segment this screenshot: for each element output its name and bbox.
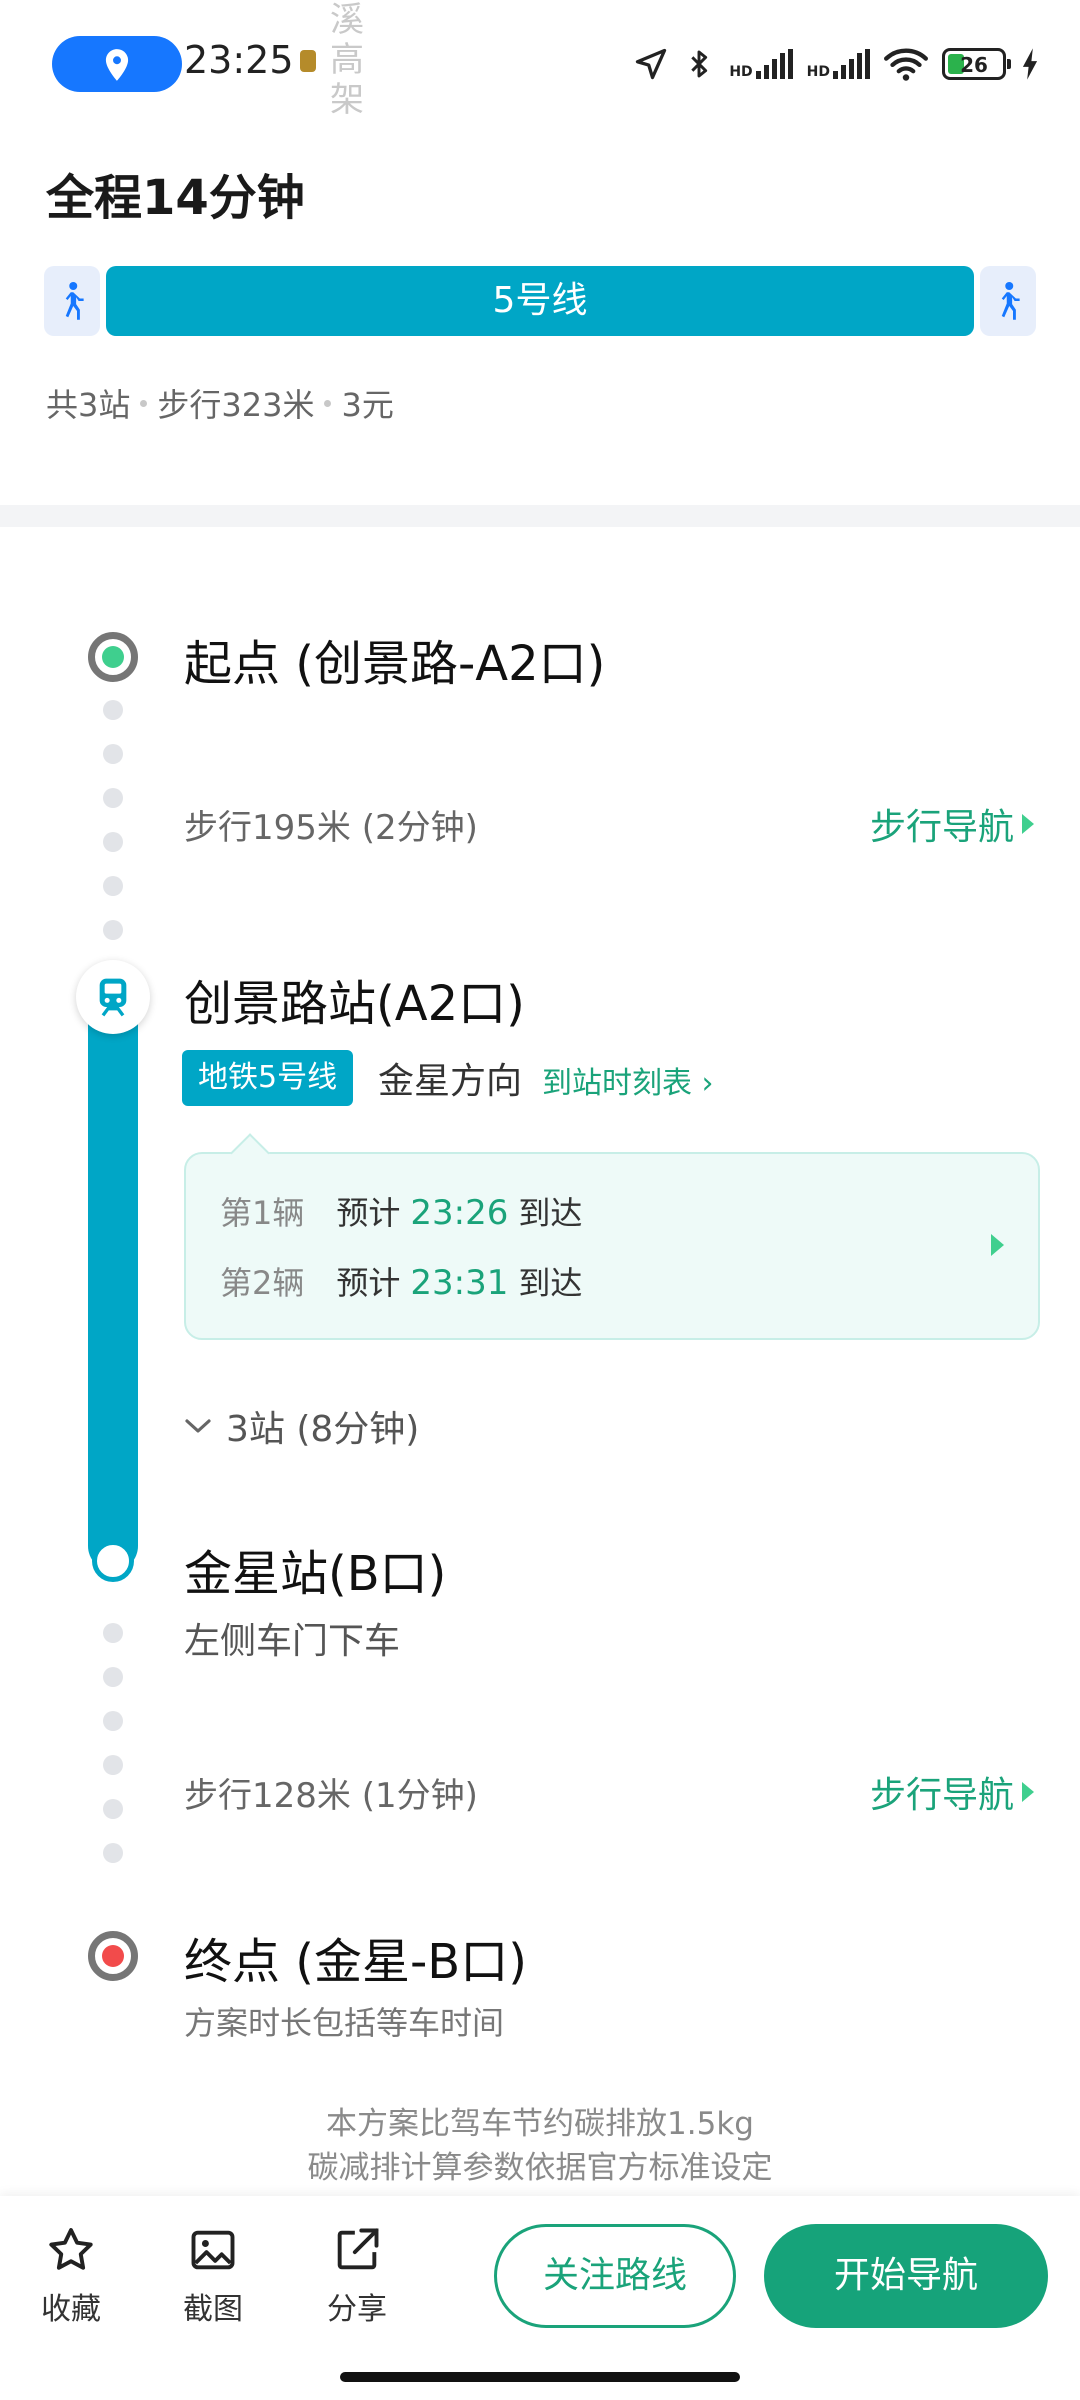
separator-dot	[324, 399, 332, 407]
door-side-note: 左侧车门下车	[184, 1621, 401, 1662]
walk-navigation-link[interactable]: 步行导航	[870, 1766, 1034, 1818]
start-navigation-button[interactable]: 开始导航	[764, 2224, 1048, 2328]
duration-note: 方案时长包括等车时间	[184, 2004, 505, 2042]
walk-distance: 步行323米	[157, 386, 315, 424]
walk-path-dot	[103, 1711, 123, 1731]
separator-dot	[140, 399, 148, 407]
navigation-arrow-icon	[636, 48, 667, 80]
walk-path-dot	[103, 788, 123, 808]
wifi-icon	[884, 48, 928, 81]
image-icon	[191, 2230, 235, 2270]
direction-text: 金星方向	[378, 1061, 523, 1102]
walking-person-icon	[65, 282, 84, 320]
charging-icon	[1022, 48, 1038, 80]
timetable-link[interactable]: 到站时刻表 ›	[542, 1058, 714, 1102]
carbon-saving-text: 本方案比驾车节约碳排放1.5kg	[326, 2106, 754, 2142]
chevron-down-icon	[185, 1419, 211, 1433]
walk-path-dot	[103, 920, 123, 940]
section-divider	[0, 505, 1080, 527]
screenshot-label: 截图	[183, 2292, 243, 2327]
board-station-title: 创景路站(A2口)	[184, 976, 525, 1032]
stops-count-label: 3站 (8分钟)	[226, 1409, 420, 1450]
chevron-right-icon	[1022, 814, 1034, 834]
walk-segment-end	[980, 266, 1036, 336]
walk-segment-start	[44, 266, 100, 336]
route-total-time: 全程14分钟	[46, 170, 305, 226]
walk-path-dot	[103, 1755, 123, 1775]
fare: 3元	[341, 386, 394, 424]
arrival-row: 第1辆 预计 23:26 到达	[220, 1193, 583, 1233]
stops-expand-toggle[interactable]: 3站 (8分钟)	[184, 1400, 419, 1452]
chevron-right-icon	[991, 1234, 1004, 1256]
walk-path-dot	[103, 1667, 123, 1687]
walk-path-dot	[103, 700, 123, 720]
walk-path-dot	[103, 876, 123, 896]
arrival-row: 第2辆 预计 23:31 到达	[220, 1263, 583, 1303]
chevron-right-icon	[1022, 1782, 1034, 1802]
location-pill-icon[interactable]	[52, 36, 182, 92]
stop-count: 共3站	[46, 386, 131, 424]
start-point-title: 起点 (创景路-A2口)	[184, 636, 606, 692]
signal-icon: HD	[807, 49, 870, 79]
home-indicator[interactable]	[340, 2372, 740, 2382]
walk-navigation-link[interactable]: 步行导航	[870, 798, 1034, 850]
walking-person-icon	[1001, 282, 1020, 320]
follow-route-button[interactable]: 关注路线	[494, 2224, 736, 2328]
favorite-label: 收藏	[41, 2292, 101, 2327]
arrival-info-card[interactable]: 第1辆 预计 23:26 到达 第2辆 预计 23:31 到达	[184, 1152, 1040, 1340]
signal-icon: HD	[729, 49, 793, 80]
walk-navigation-label: 步行导航	[869, 807, 1014, 848]
route-meta: 共3站 步行323米 3元	[46, 380, 394, 426]
share-label: 分享	[327, 2292, 387, 2327]
status-bar: 23:25 溪高架 HD HD 26	[0, 0, 1080, 120]
walk-path-dot	[103, 1799, 123, 1819]
end-point-marker	[88, 1931, 138, 1981]
metro-end-circle	[92, 1540, 134, 1582]
status-time: 23:25	[184, 38, 294, 82]
metro-line-track	[88, 985, 138, 1571]
alight-station-title: 金星站(B口)	[184, 1546, 447, 1602]
start-point-marker	[88, 632, 138, 682]
end-point-title: 终点 (金星-B口)	[184, 1934, 527, 1990]
walk-segment-text: 步行128米 (1分钟)	[184, 1776, 478, 1816]
walk-segment-text: 步行195米 (2分钟)	[184, 808, 478, 848]
route-segments-bar[interactable]: 5号线	[44, 266, 1036, 336]
battery-icon: 26	[942, 48, 1011, 80]
walk-path-dot	[103, 1623, 123, 1643]
screenshot-button[interactable]: 截图	[168, 2224, 258, 2328]
metro-train-icon	[76, 960, 150, 1034]
walk-navigation-label: 步行导航	[869, 1775, 1014, 1816]
carbon-basis-text: 碳减排计算参数依据官方标准设定	[307, 2150, 773, 2186]
status-icons: HD HD 26	[633, 40, 1040, 88]
map-watermark-text: 溪高架	[330, 0, 364, 120]
hd-label: HD	[806, 64, 830, 80]
notification-icon	[300, 50, 316, 72]
bottom-action-bar: 收藏 截图 分享 关注路线 开始导航	[0, 2196, 1080, 2400]
star-icon	[49, 2228, 93, 2270]
share-button[interactable]: 分享	[312, 2224, 402, 2328]
walk-path-dot	[103, 832, 123, 852]
metro-segment-label: 5号线	[106, 266, 974, 336]
walk-path-dot	[103, 1843, 123, 1863]
hd-label: HD	[729, 64, 753, 80]
favorite-button[interactable]: 收藏	[26, 2224, 116, 2328]
walk-path-dot	[103, 744, 123, 764]
share-icon	[337, 2228, 379, 2270]
metro-line-badge: 地铁5号线	[182, 1050, 354, 1106]
bluetooth-icon	[691, 50, 708, 78]
